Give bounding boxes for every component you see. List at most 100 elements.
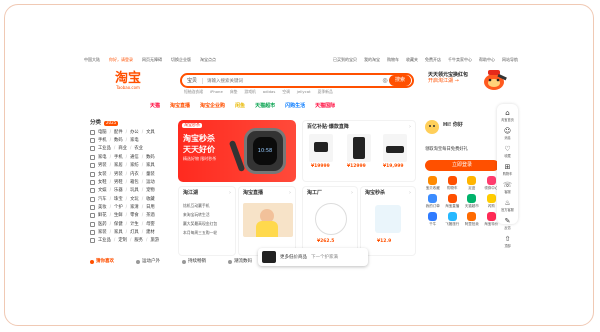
channel-tmall-global[interactable]: 天猫国际 bbox=[315, 103, 335, 109]
category-link[interactable]: 内衣 bbox=[130, 172, 139, 177]
category-link[interactable]: 童装 bbox=[146, 172, 155, 177]
category-link[interactable]: 珠宝 bbox=[114, 197, 123, 202]
quick-app[interactable]: 宝贝收藏 bbox=[423, 176, 443, 190]
hotword[interactable]: adidas bbox=[263, 89, 276, 95]
category-link[interactable]: 运动 bbox=[146, 180, 155, 185]
toolbar-item[interactable]: ☏ 客服 bbox=[497, 181, 518, 194]
search-input[interactable] bbox=[203, 77, 381, 84]
taobao-logo[interactable]: 淘宝 Taobao.com bbox=[108, 72, 148, 91]
channel-enterprise[interactable]: 淘宝企业购 bbox=[200, 103, 225, 109]
avatar[interactable] bbox=[425, 120, 439, 134]
category-link[interactable]: 农业 bbox=[134, 146, 143, 151]
section-taojianghu[interactable]: 淘江湖 › 炫机互动赢手机 来淘宝玩转生活 赢大奖最高现金红包 本月每周三五购一轮 bbox=[178, 186, 236, 256]
hotword[interactable]: 夏季新品 bbox=[318, 89, 333, 95]
category-link[interactable]: 箱包 bbox=[130, 180, 139, 185]
category-link[interactable]: 工业品 bbox=[98, 146, 111, 151]
topbar-item[interactable]: 切换企业版 bbox=[171, 57, 191, 63]
category-link[interactable]: 手机 bbox=[114, 155, 123, 160]
category-link[interactable]: 茶酒 bbox=[146, 213, 155, 218]
hotword[interactable]: jellycat bbox=[297, 89, 311, 95]
list-item[interactable]: 赢大奖最高现金红包 bbox=[183, 219, 217, 228]
category-link[interactable]: 女装 bbox=[98, 172, 107, 177]
topbar-item[interactable]: 中国大陆 bbox=[84, 57, 100, 63]
category-link[interactable]: 家纺 bbox=[130, 163, 139, 168]
mascot-icon[interactable] bbox=[481, 67, 507, 91]
product-card[interactable] bbox=[347, 134, 371, 162]
hotword[interactable]: 游戏机 bbox=[244, 89, 255, 95]
topbar-item[interactable]: 网页无障碍 bbox=[142, 57, 162, 63]
search-scope[interactable]: 宝贝 bbox=[182, 77, 204, 84]
toolbar-item[interactable]: ✎ 反馈 bbox=[497, 217, 518, 230]
topbar-item[interactable]: 购物车 bbox=[387, 57, 399, 63]
toolbar-item[interactable]: ♡ 收藏 bbox=[497, 145, 518, 158]
live-thumbnail[interactable] bbox=[243, 203, 293, 237]
channel-shangou[interactable]: 闪购生活 bbox=[285, 103, 305, 109]
category-link[interactable]: 母婴 bbox=[146, 222, 155, 227]
category-link[interactable]: 日用 bbox=[146, 205, 155, 210]
category-link[interactable]: 灯具 bbox=[130, 230, 139, 235]
category-link[interactable]: 文娱 bbox=[98, 188, 107, 193]
channel-tmall-supermarket[interactable]: 天猫超市 bbox=[255, 103, 275, 109]
category-link[interactable]: 商业 bbox=[118, 146, 127, 151]
channel-taobao-live[interactable]: 淘宝直播 bbox=[170, 103, 190, 109]
category-link[interactable]: 办公 bbox=[130, 130, 139, 135]
category-link[interactable]: 男鞋 bbox=[114, 180, 123, 185]
channel-xianyu[interactable]: 闲鱼 bbox=[235, 103, 245, 109]
product-card[interactable] bbox=[383, 134, 407, 162]
toolbar-item[interactable]: ⊞ 购物车 bbox=[497, 163, 518, 176]
category-link[interactable]: 配件 bbox=[114, 130, 123, 135]
quick-app[interactable]: 飞猪旅行 bbox=[443, 212, 463, 226]
topbar-item[interactable]: 免费开店 bbox=[425, 57, 441, 63]
quick-app[interactable]: 购物车 bbox=[443, 176, 463, 190]
product-card[interactable] bbox=[309, 134, 333, 162]
category-link[interactable]: 家居 bbox=[114, 163, 123, 168]
login-button[interactable]: 立即登录 bbox=[425, 160, 499, 171]
category-link[interactable]: 建材 bbox=[146, 230, 155, 235]
section-live[interactable]: 淘宝直播 › bbox=[238, 186, 296, 256]
category-link[interactable]: 文具 bbox=[146, 130, 155, 135]
category-link[interactable]: 玩具 bbox=[130, 188, 139, 193]
search-button[interactable]: 搜索 bbox=[389, 75, 411, 86]
category-link[interactable]: 家电 bbox=[98, 155, 107, 160]
toolbar-item[interactable]: ♨ 官方客服 bbox=[497, 199, 518, 212]
section-digital[interactable]: 百亿补贴·爆款直降 › ¥19999 ¥12999 ¥19,999 bbox=[302, 120, 416, 182]
feed-tab[interactable]: 持续畅销 bbox=[182, 259, 206, 264]
hotword[interactable]: iPhone bbox=[210, 89, 223, 95]
category-link[interactable]: 零食 bbox=[130, 213, 139, 218]
category-link[interactable]: 保健 bbox=[114, 222, 123, 227]
category-link[interactable]: 家清 bbox=[130, 205, 139, 210]
topbar-item[interactable]: 收藏夹 bbox=[406, 57, 418, 63]
list-item[interactable]: 炫机互动赢手机 bbox=[183, 201, 217, 210]
category-link[interactable]: 生鲜 bbox=[114, 213, 123, 218]
topbar-item[interactable]: 淘宝点点 bbox=[200, 57, 216, 63]
quick-app[interactable]: 足迹 bbox=[462, 176, 482, 190]
login-link[interactable]: 你好，请登录 bbox=[109, 57, 133, 63]
category-link[interactable]: 美妆 bbox=[98, 205, 107, 210]
camera-icon[interactable]: ◎ bbox=[381, 77, 389, 85]
quick-app[interactable]: 千牛 bbox=[423, 212, 443, 226]
category-link[interactable]: 女鞋 bbox=[98, 180, 107, 185]
category-link[interactable]: 家具 bbox=[146, 163, 155, 168]
toolbar-item[interactable]: ☺ 消息 bbox=[497, 127, 518, 140]
category-link[interactable]: 个护 bbox=[114, 205, 123, 210]
category-link[interactable]: 男装 bbox=[98, 163, 107, 168]
topbar-item[interactable]: 网站导航 bbox=[502, 57, 518, 63]
category-link[interactable]: 旅游 bbox=[150, 238, 159, 243]
topbar-item[interactable]: 我的淘宝 bbox=[364, 57, 380, 63]
toolbar-item[interactable]: ⇧ 顶部 bbox=[497, 235, 518, 248]
category-link[interactable]: 男装 bbox=[114, 172, 123, 177]
feed-tab[interactable]: 潮流数码 bbox=[228, 259, 252, 264]
category-link[interactable]: 定制 bbox=[118, 238, 127, 243]
category-link[interactable]: 工业品 bbox=[98, 238, 111, 243]
topbar-item[interactable]: 已买到的宝贝 bbox=[333, 57, 357, 63]
category-link[interactable]: 医药 bbox=[98, 222, 107, 227]
topbar-item[interactable]: 千牛卖家中心 bbox=[448, 57, 472, 63]
category-link[interactable]: 鲜花 bbox=[98, 213, 107, 218]
category-link[interactable]: 数码 bbox=[114, 138, 123, 143]
category-link[interactable]: 家电 bbox=[130, 138, 139, 143]
quick-app[interactable]: 阿里拍卖 bbox=[462, 212, 482, 226]
category-link[interactable]: 汽车 bbox=[98, 197, 107, 202]
feed-tab[interactable]: 运动户外 bbox=[136, 259, 160, 264]
category-link[interactable]: 电脑 bbox=[98, 130, 107, 135]
seckill-banner[interactable]: 淘宝秒杀 淘宝秒杀 天天好价 精选好物 限时秒杀 10:58 bbox=[178, 120, 296, 182]
